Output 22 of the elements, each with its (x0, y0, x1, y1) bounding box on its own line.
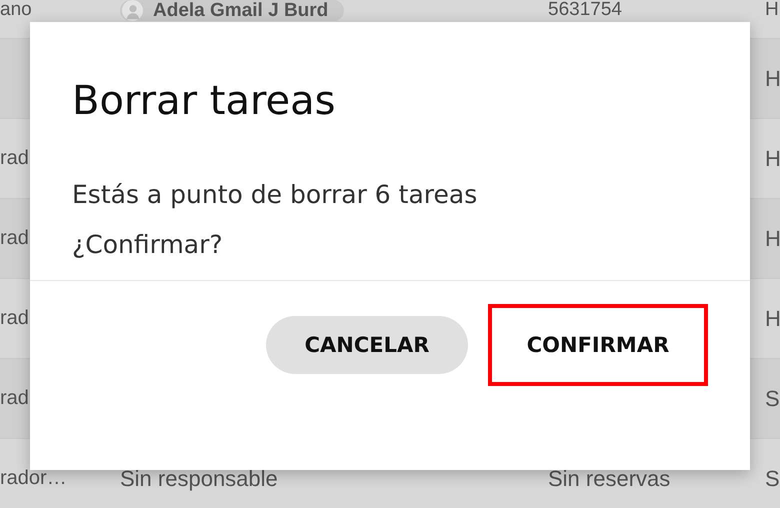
table-cell: ano (0, 0, 32, 20)
table-cell: H (765, 66, 780, 92)
table-cell: H (765, 306, 780, 332)
table-cell: S (765, 386, 780, 412)
confirm-question: ¿Confirmar? (72, 229, 224, 261)
table-cell: rad (0, 227, 29, 250)
confirm-button[interactable]: CONFIRMAR (496, 316, 700, 374)
dialog-message: Estás a punto de borrar 6 tareas (72, 179, 478, 211)
table-cell: H (765, 226, 780, 252)
table-cell: rad (0, 387, 29, 410)
cancel-button[interactable]: CANCELAR (266, 316, 468, 374)
table-cell: H (765, 146, 780, 172)
table-cell: rad (0, 147, 29, 170)
dialog-title: Borrar tareas (71, 77, 336, 126)
table-cell: S (765, 466, 780, 492)
table-cell: rad (0, 307, 29, 330)
assignee-name: Adela Gmail J Burd (153, 0, 328, 20)
table-cell: Sin reservas (548, 466, 670, 492)
table-cell: Sin responsable (120, 466, 278, 492)
table-cell: rador… (0, 467, 67, 490)
table-cell: H (765, 0, 779, 20)
table-cell: 5631754 (548, 0, 622, 20)
